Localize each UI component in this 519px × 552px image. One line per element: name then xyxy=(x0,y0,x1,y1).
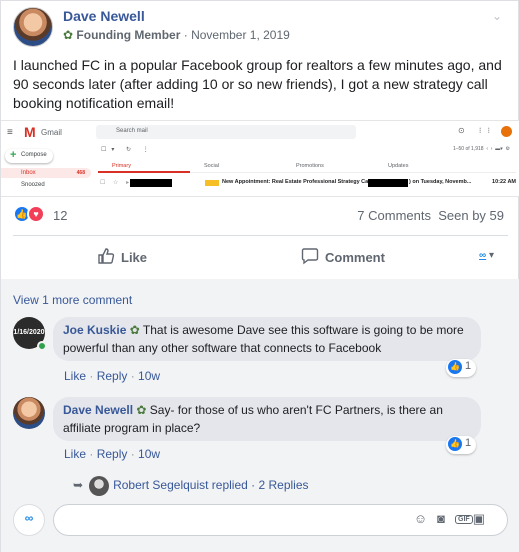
gmail-page-count: 1–50 of 1,918 xyxy=(452,146,484,152)
badge-icon: ✿ xyxy=(129,323,140,337)
gmail-label-tag xyxy=(205,180,219,186)
redacted-name xyxy=(368,179,408,187)
view-more-comments[interactable]: View 1 more comment xyxy=(13,293,132,307)
comment-bubble: Dave Newell ✿ Say- for those of us who a… xyxy=(53,397,481,441)
replier-avatar xyxy=(89,476,110,496)
post-date[interactable]: November 1, 2019 xyxy=(191,28,290,42)
gmail-tab-updates: Updates xyxy=(388,163,409,169)
page-selector-icon: ∞ xyxy=(479,250,487,261)
reaction-count: 12 xyxy=(53,208,68,223)
comment-links: Like · Reply · 10w xyxy=(64,369,161,383)
like-button[interactable]: Like xyxy=(97,247,147,268)
commenter-avatar[interactable] xyxy=(13,397,45,429)
gmail-search: Search mail xyxy=(96,125,356,139)
comment-input[interactable]: ☺◙ GIF ▣ xyxy=(53,504,508,536)
comment-composer: ∞ ☺◙ GIF ▣ xyxy=(13,503,508,537)
comment-links: Like · Reply · 10w xyxy=(64,447,161,461)
page-avatar[interactable]: ∞ xyxy=(13,504,45,536)
comments-section: View 1 more comment 1/16/2020 Joe Kuskie… xyxy=(1,279,519,552)
comment-reaction-count: 1 xyxy=(465,360,472,372)
camera-icon[interactable]: ◙ xyxy=(437,511,455,526)
gmail-toolbar-icons: ☐▾ ↻ ⋮ xyxy=(101,147,154,153)
gmail-tab-indicator xyxy=(98,171,190,173)
comment-time[interactable]: 10w xyxy=(138,447,160,461)
reply-arrow-icon: ➥ xyxy=(73,478,84,493)
gmail-inbox: Inbox 468 xyxy=(1,168,91,178)
seen-count[interactable]: Seen by 59 xyxy=(438,208,504,223)
gmail-tabs: Primary Social Promotions Updates xyxy=(98,159,516,173)
badge-icon: ✿ xyxy=(136,403,147,417)
comment-reply-link[interactable]: Reply xyxy=(97,369,128,383)
comment-button[interactable]: Comment xyxy=(301,247,385,268)
gmail-avatar xyxy=(501,126,512,137)
online-indicator xyxy=(37,341,47,351)
comment-bubble: Joe Kuskie ✿ That is awesome Dave see th… xyxy=(53,317,481,361)
gmail-email-time: 10:22 AM xyxy=(492,179,516,185)
post-text: I launched FC in a popular Facebook grou… xyxy=(13,57,502,111)
member-badge: Founding Member xyxy=(76,28,181,42)
like-label: Like xyxy=(121,250,148,265)
redacted-sender xyxy=(130,179,172,187)
comment-author[interactable]: Joe Kuskie xyxy=(63,323,126,337)
gmail-inbox-count: 468 xyxy=(76,170,85,176)
gmail-row-checks: ☐ ☆ ▸ xyxy=(100,180,133,186)
gmail-snoozed: Snoozed xyxy=(21,182,45,188)
replied-text: Robert Segelquist replied · 2 Replies xyxy=(113,478,309,493)
comment-reply-link[interactable]: Reply xyxy=(97,447,128,461)
gmail-screenshot[interactable]: ≡ M Gmail Search mail ⊙ ⁝⁝ Compose Inbox… xyxy=(1,120,519,197)
meta-separator: · xyxy=(183,28,192,42)
comment-as-selector[interactable]: ∞ ▾ xyxy=(479,250,494,261)
facebook-post-card: Dave Newell ✿ Founding Member · November… xyxy=(0,0,519,552)
gmail-tab-social: Social xyxy=(204,163,219,169)
gmail-brand: Gmail xyxy=(41,128,62,137)
comment-time[interactable]: 10w xyxy=(138,369,160,383)
thumbs-up-icon xyxy=(97,247,115,268)
love-reaction-icon: ♥ xyxy=(27,205,45,223)
like-reaction-icon: 👍 xyxy=(448,437,462,451)
post-stats: 7 Comments Seen by 59 xyxy=(357,208,504,223)
author-avatar[interactable] xyxy=(13,7,53,47)
comment-like-link[interactable]: Like xyxy=(64,447,86,461)
divider xyxy=(13,235,508,236)
menu-icon: ≡ xyxy=(7,127,13,138)
post-actions: Like Comment ∞ ▾ xyxy=(13,241,508,273)
comment-author[interactable]: Dave Newell xyxy=(63,403,133,417)
gmail-inbox-label: Inbox xyxy=(21,170,36,176)
emoji-icon[interactable]: ☺ xyxy=(414,511,437,526)
gmail-top-icons: ⊙ ⁝⁝ xyxy=(457,126,496,135)
composer-icons: ☺◙ GIF ▣ xyxy=(414,511,495,527)
gmail-email-subject-end: ) on Tuesday, Novemb... xyxy=(409,179,472,185)
post-header: Dave Newell ✿ Founding Member · November… xyxy=(13,7,290,47)
post-meta: ✿ Founding Member · November 1, 2019 xyxy=(63,28,290,42)
comment-reaction[interactable]: 👍 1 xyxy=(446,436,477,454)
gmail-tab-promotions: Promotions xyxy=(296,163,324,169)
gmail-email-row: ☐ ☆ ▸ New Appointment: Real Estate Profe… xyxy=(98,177,518,190)
comment-reaction-count: 1 xyxy=(465,437,472,449)
gmail-logo-icon: M xyxy=(24,124,36,140)
comment-icon xyxy=(301,247,319,268)
comment-like-link[interactable]: Like xyxy=(64,369,86,383)
view-replies-link[interactable]: ➥ Robert Segelquist replied · 2 Replies xyxy=(73,476,309,496)
post-author[interactable]: Dave Newell xyxy=(63,8,145,24)
gmail-topbar: ≡ M Gmail Search mail ⊙ ⁝⁝ xyxy=(1,121,519,143)
sticker-icon[interactable]: ▣ xyxy=(473,511,495,526)
comment-reaction[interactable]: 👍 1 xyxy=(446,359,477,377)
comment-count[interactable]: 7 Comments xyxy=(357,208,431,223)
gif-icon[interactable]: GIF xyxy=(455,515,473,524)
like-reaction-icon: 👍 xyxy=(448,360,462,374)
comment-label: Comment xyxy=(325,250,385,265)
badge-icon: ✿ xyxy=(63,28,74,42)
gmail-tab-primary: Primary xyxy=(112,163,131,169)
chevron-down-icon[interactable]: ⌄ xyxy=(492,9,502,23)
gmail-compose: Compose xyxy=(5,149,53,163)
gmail-pagination: 1–50 of 1,918 ‹ › ▬▾ ⚙ xyxy=(452,146,510,152)
